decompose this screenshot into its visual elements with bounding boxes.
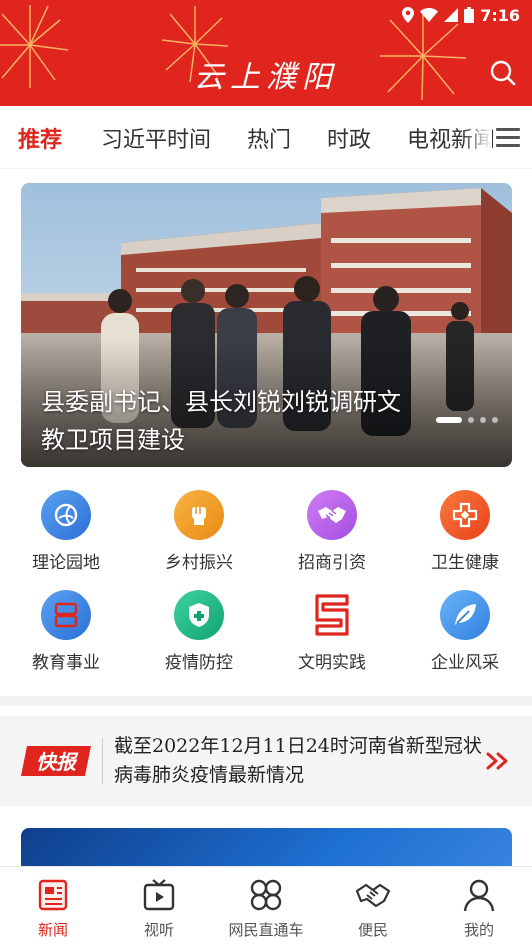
shortcut-label: 卫生健康 <box>431 553 499 573</box>
divider <box>0 168 532 169</box>
carousel-dot[interactable] <box>436 417 462 423</box>
grid-icon <box>250 879 282 911</box>
nav-label: 我的 <box>463 921 494 939</box>
headline-banner[interactable]: 县委副书记、县长刘锐刘锐调研文教卫项目建设 <box>21 183 512 467</box>
carousel-dot[interactable] <box>492 417 498 423</box>
nav-netizen[interactable]: 网民直通车 <box>213 877 319 940</box>
handshake-icon <box>355 883 391 908</box>
shortcut-civilization[interactable]: 文明实践 <box>267 590 397 673</box>
signal-icon <box>444 8 459 22</box>
tab-politics[interactable]: 时政 <box>327 122 371 154</box>
fist-icon <box>174 490 224 540</box>
tab-recommend[interactable]: 推荐 <box>18 122 62 154</box>
nav-news[interactable]: 新闻 <box>0 877 106 940</box>
shortcut-label: 文明实践 <box>298 653 366 673</box>
double-chevron-right-icon[interactable] <box>486 750 512 772</box>
shortcut-label: 教育事业 <box>32 653 100 673</box>
status-bar: 7:16 <box>402 4 520 26</box>
app-logo: 云上濮阳 <box>194 60 338 95</box>
shield-icon <box>174 590 224 640</box>
battery-icon <box>464 7 475 23</box>
banner-title: 县委副书记、县长刘锐刘锐调研文教卫项目建设 <box>41 388 401 454</box>
carousel-dot[interactable] <box>468 417 474 423</box>
medical-cross-icon <box>440 490 490 540</box>
tab-fade <box>462 106 492 168</box>
nav-label: 新闻 <box>37 921 68 939</box>
nav-label: 网民直通车 <box>228 921 304 939</box>
nav-label: 视听 <box>143 921 174 939</box>
app-header: 7:16 云上濮阳 <box>0 0 532 106</box>
nav-mine[interactable]: 我的 <box>426 877 532 940</box>
shortcut-label: 乡村振兴 <box>165 553 233 573</box>
nav-convenience[interactable]: 便民 <box>320 877 426 940</box>
shortcut-label: 理论园地 <box>32 553 100 573</box>
shortcut-label: 疫情防控 <box>165 653 233 673</box>
shortcut-education[interactable]: 教育事业 <box>1 590 131 673</box>
carousel-indicator <box>436 417 498 423</box>
video-icon <box>143 879 175 911</box>
shortcut-theory[interactable]: 理论园地 <box>1 490 131 573</box>
shortcut-health[interactable]: 卫生健康 <box>400 490 530 573</box>
flash-badge: 快报 <box>21 746 91 776</box>
nav-label: 便民 <box>357 921 388 939</box>
tab-xi-time[interactable]: 习近平时间 <box>101 122 211 154</box>
leaf-icon <box>440 590 490 640</box>
shortcut-label: 企业风采 <box>431 653 499 673</box>
tab-hot[interactable]: 热门 <box>247 122 291 154</box>
handshake-icon <box>307 490 357 540</box>
shortcut-epidemic[interactable]: 疫情防控 <box>134 590 264 673</box>
category-tabs: 推荐 习近平时间 热门 时政 电视新闻 <box>0 106 532 168</box>
shortcut-investment[interactable]: 招商引资 <box>267 490 397 573</box>
flash-text: 截至2022年12月11日24时河南省新型冠状病毒肺炎疫情最新情况 <box>114 735 482 786</box>
user-icon <box>463 879 495 912</box>
wifi-icon <box>420 8 439 22</box>
section-divider <box>0 696 532 706</box>
carousel-dot[interactable] <box>480 417 486 423</box>
shortcut-label: 招商引资 <box>298 553 366 573</box>
civilization-icon <box>307 590 357 640</box>
news-icon <box>38 879 68 911</box>
location-icon <box>402 7 415 23</box>
shortcut-rural[interactable]: 乡村振兴 <box>134 490 264 573</box>
education-icon <box>41 590 91 640</box>
flash-news[interactable]: 快报 截至2022年12月11日24时河南省新型冠状病毒肺炎疫情最新情况 <box>0 716 532 806</box>
menu-icon[interactable] <box>496 128 520 148</box>
status-time: 7:16 <box>480 5 520 25</box>
bottom-nav: 新闻 视听 网民直通车 便民 我的 <box>0 866 532 946</box>
nav-video[interactable]: 视听 <box>106 877 212 940</box>
flash-badge-text: 快报 <box>36 750 79 774</box>
globe-icon <box>41 490 91 540</box>
search-icon[interactable] <box>488 58 518 88</box>
shortcut-enterprise[interactable]: 企业风采 <box>400 590 530 673</box>
divider <box>102 738 103 784</box>
